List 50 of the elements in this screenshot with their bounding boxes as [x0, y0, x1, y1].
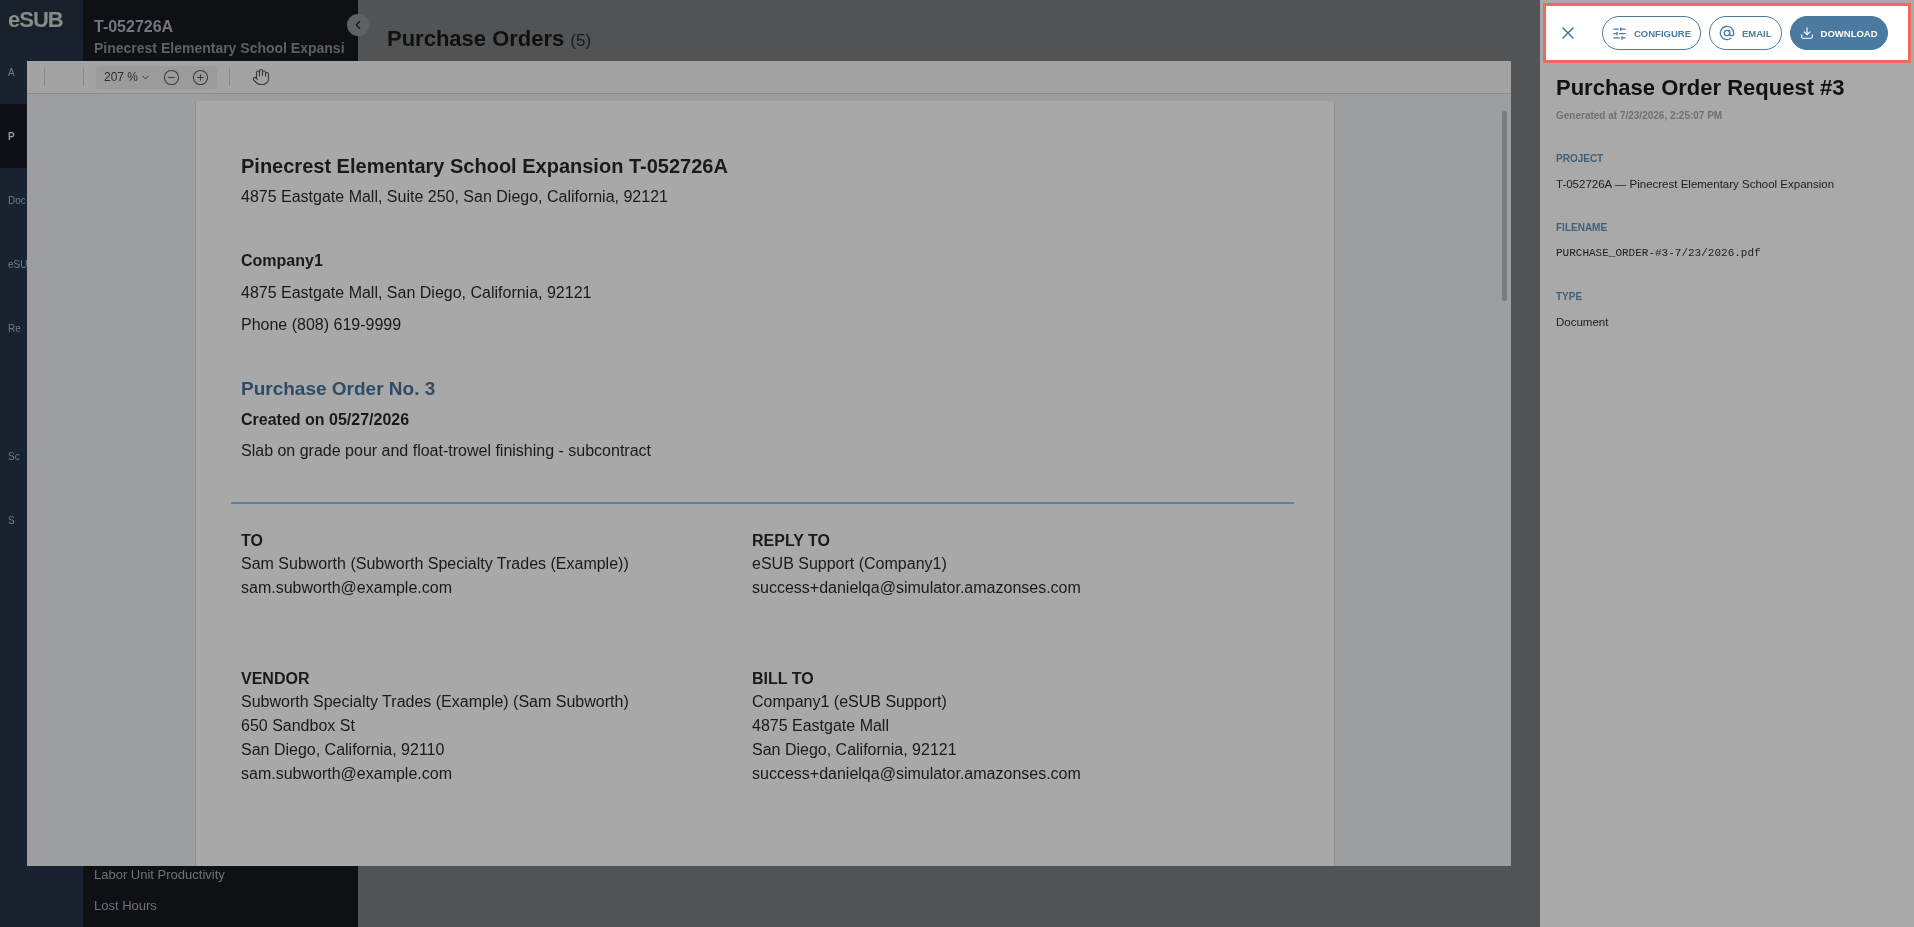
- block-heading: TO: [241, 532, 264, 550]
- sidebar-item[interactable]: Lost Hours: [94, 898, 358, 913]
- zoom-in-button[interactable]: [192, 68, 210, 86]
- sidebar-item[interactable]: Labor Unit Productivity: [94, 867, 358, 882]
- generated-time: Generated at 7/23/2026, 2:25:07 PM: [1556, 110, 1724, 121]
- email-button[interactable]: EMAIL: [1709, 16, 1782, 50]
- block-heading: BILL TO: [752, 670, 815, 688]
- scrollbar-thumb[interactable]: [1501, 111, 1507, 301]
- block-line: success+danielqa@simulator.amazonses.com: [752, 764, 1082, 784]
- block-line: sam.subworth@example.com: [241, 578, 453, 598]
- block-line: success+danielqa@simulator.amazonses.com: [752, 578, 1082, 598]
- order-description: Slab on grade pour and float-trowel finishing - subcontract: [241, 442, 652, 460]
- field-label: FILENAME: [1556, 222, 1609, 233]
- block-heading: VENDOR: [241, 670, 311, 688]
- project-code: T-052726A: [94, 18, 175, 36]
- field-value: Document: [1556, 316, 1610, 328]
- created-date: Created on 05/27/2026: [241, 411, 411, 429]
- document-text: 4875 Eastgate Mall, Suite 250, San Diego, California, 92121: [241, 188, 669, 206]
- project-name: Pinecrest Elementary School Expansi: [94, 40, 346, 56]
- block-line: San Diego, California, 92121: [752, 740, 958, 760]
- request-title: Purchase Order Request #3: [1556, 75, 1846, 101]
- field-value: PURCHASE_ORDER-#3-7/23/2026.pdf: [1556, 247, 1762, 259]
- download-icon: [1799, 26, 1814, 40]
- field-value: T-052726A — Pinecrest Elementary School Expansion: [1556, 178, 1836, 190]
- document-text: Phone (808) 619-9999: [241, 316, 403, 334]
- field-label: TYPE: [1556, 291, 1584, 302]
- hand-tool-button[interactable]: [252, 68, 271, 86]
- block-line: 650 Sandbox St: [241, 716, 356, 736]
- order-title: Purchase Order No. 3: [241, 378, 437, 400]
- configure-button[interactable]: CONFIGURE: [1602, 16, 1701, 50]
- zoom-out-button[interactable]: [163, 68, 181, 86]
- company-name: Company1: [241, 252, 324, 270]
- block-line: San Diego, California, 92110: [241, 740, 446, 760]
- block-heading: REPLY TO: [752, 532, 831, 550]
- sliders-icon: [1612, 25, 1627, 41]
- field-label: PROJECT: [1556, 153, 1605, 164]
- page-title: Purchase Orders: [387, 26, 565, 51]
- block-line: Sam Subworth (Subworth Specialty Trades (Example)): [241, 554, 630, 574]
- document-text: 4875 Eastgate Mall, San Diego, California, 92121: [241, 284, 593, 302]
- collapse-button[interactable]: [347, 14, 369, 36]
- block-line: 4875 Eastgate Mall: [752, 716, 890, 736]
- block-line: Subworth Specialty Trades (Example) (Sam Subworth): [241, 692, 630, 712]
- at-sign-icon: [1719, 25, 1735, 41]
- block-line: Company1 (eSUB Support): [752, 692, 948, 712]
- order-count: (5): [570, 31, 592, 50]
- zoom-select[interactable]: 207 %: [104, 70, 152, 84]
- download-button[interactable]: DOWNLOAD: [1789, 16, 1888, 50]
- block-line: eSUB Support (Company1): [752, 554, 948, 574]
- document-title: Pinecrest Elementary School Expansion T-052726A: [241, 155, 729, 178]
- block-line: sam.subworth@example.com: [241, 764, 453, 784]
